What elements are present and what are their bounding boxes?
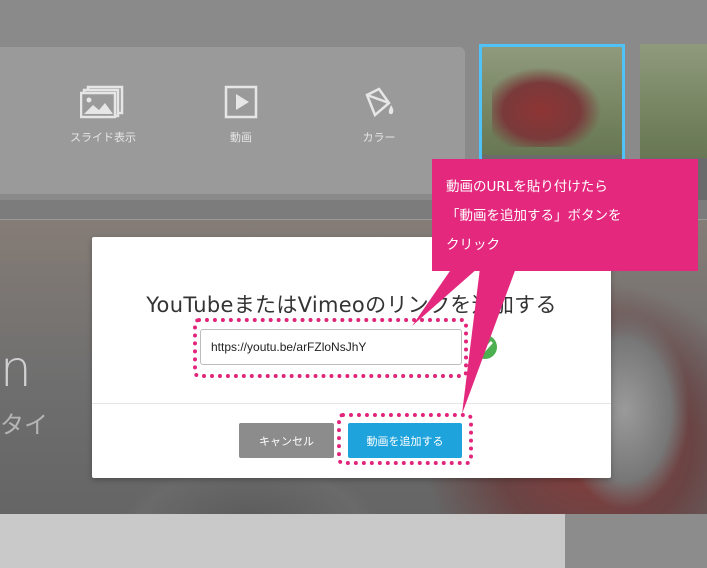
- toolbar-item-label: カラー: [362, 131, 396, 144]
- callout-line: 「動画を追加する」ボタンを: [446, 208, 622, 224]
- check-circle-icon: [473, 335, 497, 359]
- editor-toolbar: スライド表示 動画 カラー: [0, 47, 465, 194]
- slides-icon: [80, 85, 124, 119]
- annotation-callout: 動画のURLを貼り付けたら 「動画を追加する」ボタンを クリック: [432, 159, 698, 271]
- toolbar-item-label: スライド表示: [70, 131, 136, 144]
- hero-heading-fragment: n: [0, 340, 32, 398]
- callout-line: クリック: [446, 237, 500, 253]
- dialog-divider: [92, 403, 611, 404]
- hero-subheading-fragment: タイ: [0, 411, 48, 439]
- callout-line: 動画のURLを貼り付けたら: [446, 179, 608, 195]
- paint-bucket-icon: [365, 87, 394, 118]
- toolbar-video-button[interactable]: 動画: [196, 85, 286, 145]
- annotation-highlight-input: [193, 318, 468, 378]
- annotation-highlight-button: [337, 413, 473, 465]
- content-panel-right: [565, 514, 707, 568]
- toolbar-color-button[interactable]: カラー: [334, 85, 424, 145]
- content-panel: [0, 514, 565, 568]
- dialog-title: YouTubeまたはVimeoのリンクを追加する: [146, 293, 557, 317]
- toolbar-item-label: 動画: [230, 131, 252, 144]
- cancel-button[interactable]: キャンセル: [239, 423, 334, 458]
- toolbar-slideshow-button[interactable]: スライド表示: [58, 85, 148, 145]
- video-play-icon: [224, 85, 258, 119]
